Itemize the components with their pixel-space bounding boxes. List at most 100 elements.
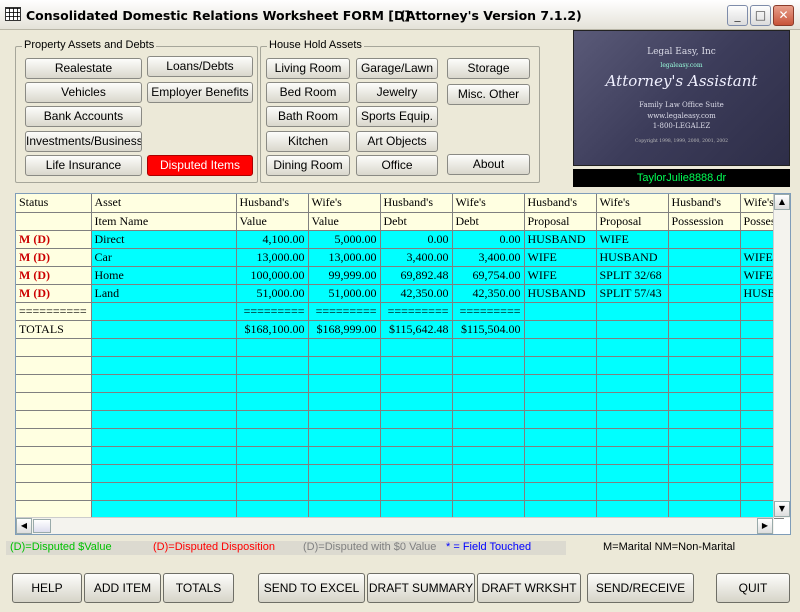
disputed-items-button[interactable]: Disputed Items [147, 155, 253, 176]
grid-cell[interactable]: Home [91, 266, 237, 285]
table-row[interactable]: ========== ========= ========= ========= ===… [16, 302, 785, 321]
grid-cell[interactable] [236, 446, 309, 465]
grid-cell[interactable] [596, 410, 669, 429]
grid-cell[interactable] [308, 446, 381, 465]
table-row[interactable] [16, 500, 785, 519]
grid-cell[interactable]: 4,100.00 [236, 230, 309, 249]
title-bar[interactable]: Consolidated Domestic Relations Workshee… [0, 0, 800, 30]
grid-cell[interactable] [596, 446, 669, 465]
living-room-button[interactable]: Living Room [266, 58, 350, 79]
scroll-left-arrow-icon[interactable]: ◀ [16, 518, 32, 534]
totals-button[interactable]: TOTALS [163, 573, 234, 603]
grid-cell[interactable] [236, 410, 309, 429]
grid-cell[interactable] [452, 356, 525, 375]
worksheet-grid[interactable]: Status Asset Husband's Wife's Husband's Wife'… [15, 193, 791, 535]
horizontal-scrollbar[interactable]: ◀ ▶ [16, 517, 774, 534]
grid-header-row[interactable]: Status Asset Husband's Wife's Husband's Wife'… [16, 194, 785, 213]
table-row[interactable]: M (D) Car 13,000.00 13,000.00 3,400.00 3,400.… [16, 248, 785, 267]
grid-cell[interactable] [668, 284, 741, 303]
grid-cell[interactable] [596, 482, 669, 501]
vertical-scrollbar[interactable]: ▲ ▼ [773, 194, 790, 518]
grid-cell[interactable] [524, 446, 597, 465]
grid-cell[interactable]: WIFE [524, 266, 597, 285]
grid-cell[interactable]: Possession [668, 212, 741, 231]
grid-cell[interactable] [524, 428, 597, 447]
grid-header-row[interactable]: Item Name Value Value Debt Debt Proposal Propo… [16, 212, 785, 231]
scroll-down-arrow-icon[interactable]: ▼ [774, 501, 790, 517]
grid-cell[interactable] [380, 464, 453, 483]
grid-cell[interactable] [16, 446, 92, 465]
grid-cell[interactable]: 13,000.00 [308, 248, 381, 267]
bank-accounts-button[interactable]: Bank Accounts [25, 106, 142, 127]
grid-cell[interactable] [668, 320, 741, 339]
grid-cell[interactable]: Wife's [596, 194, 669, 213]
grid-cell[interactable] [308, 356, 381, 375]
grid-cell[interactable] [236, 356, 309, 375]
grid-cell[interactable] [524, 392, 597, 411]
grid-cell[interactable]: Car [91, 248, 237, 267]
scroll-right-arrow-icon[interactable]: ▶ [757, 518, 773, 534]
grid-cell[interactable] [308, 374, 381, 393]
grid-cell[interactable]: $115,504.00 [452, 320, 525, 339]
grid-cell[interactable] [668, 338, 741, 357]
grid-cell[interactable] [380, 410, 453, 429]
grid-cell[interactable] [524, 338, 597, 357]
misc-other-button[interactable]: Misc. Other [447, 84, 530, 105]
grid-cell[interactable] [524, 482, 597, 501]
table-row[interactable] [16, 338, 785, 357]
grid-cell[interactable]: SPLIT 32/68 [596, 266, 669, 285]
grid-cell[interactable]: Wife's [308, 194, 381, 213]
grid-cell[interactable]: M (D) [16, 266, 92, 285]
grid-cell[interactable] [596, 338, 669, 357]
grid-cell[interactable]: WIFE [524, 248, 597, 267]
grid-cell[interactable] [452, 392, 525, 411]
garage-lawn-button[interactable]: Garage/Lawn [356, 58, 438, 79]
send-receive-button[interactable]: SEND/RECEIVE [587, 573, 694, 603]
loans-debts-button[interactable]: Loans/Debts [147, 56, 253, 77]
close-button[interactable]: ✕ [773, 5, 794, 26]
grid-cell[interactable] [91, 410, 237, 429]
grid-cell[interactable] [524, 464, 597, 483]
grid-cell[interactable]: Land [91, 284, 237, 303]
grid-cell[interactable] [452, 500, 525, 519]
grid-cell[interactable] [91, 464, 237, 483]
grid-cell[interactable] [16, 482, 92, 501]
grid-cell[interactable] [236, 392, 309, 411]
grid-cell[interactable]: HUSBAND [524, 284, 597, 303]
help-button[interactable]: HELP [12, 573, 82, 603]
grid-cell[interactable]: Husband's [380, 194, 453, 213]
grid-cell[interactable] [16, 338, 92, 357]
grid-cell[interactable] [596, 464, 669, 483]
minimize-button[interactable]: _ [727, 5, 748, 26]
grid-cell[interactable] [16, 212, 92, 231]
grid-cell[interactable] [91, 482, 237, 501]
grid-cell[interactable] [524, 410, 597, 429]
grid-cell[interactable] [236, 374, 309, 393]
draft-worksheet-button[interactable]: DRAFT WRKSHT [477, 573, 581, 603]
table-row[interactable]: TOTALS $168,100.00 $168,999.00 $115,642.48 $… [16, 320, 785, 339]
grid-cell[interactable]: 3,400.00 [380, 248, 453, 267]
grid-cell[interactable] [91, 374, 237, 393]
send-to-excel-button[interactable]: SEND TO EXCEL [258, 573, 365, 603]
grid-cell[interactable] [524, 302, 597, 321]
grid-cell[interactable] [452, 482, 525, 501]
grid-cell[interactable]: Direct [91, 230, 237, 249]
grid-cell[interactable]: HUSBAND [596, 248, 669, 267]
grid-cell[interactable] [524, 320, 597, 339]
grid-cell[interactable] [380, 338, 453, 357]
grid-cell[interactable]: 51,000.00 [236, 284, 309, 303]
employer-benefits-button[interactable]: Employer Benefits [147, 82, 253, 103]
grid-cell[interactable] [236, 464, 309, 483]
table-row[interactable]: M (D) Direct 4,100.00 5,000.00 0.00 0.00 HUSBA… [16, 230, 785, 249]
grid-cell[interactable] [308, 500, 381, 519]
grid-cell[interactable] [16, 356, 92, 375]
grid-cell[interactable] [91, 356, 237, 375]
grid-cell[interactable]: 51,000.00 [308, 284, 381, 303]
grid-cell[interactable] [668, 464, 741, 483]
grid-cell[interactable] [596, 356, 669, 375]
table-row[interactable] [16, 428, 785, 447]
grid-cell[interactable]: 100,000.00 [236, 266, 309, 285]
grid-cell[interactable] [668, 500, 741, 519]
dining-room-button[interactable]: Dining Room [266, 155, 350, 176]
grid-cell[interactable] [668, 356, 741, 375]
